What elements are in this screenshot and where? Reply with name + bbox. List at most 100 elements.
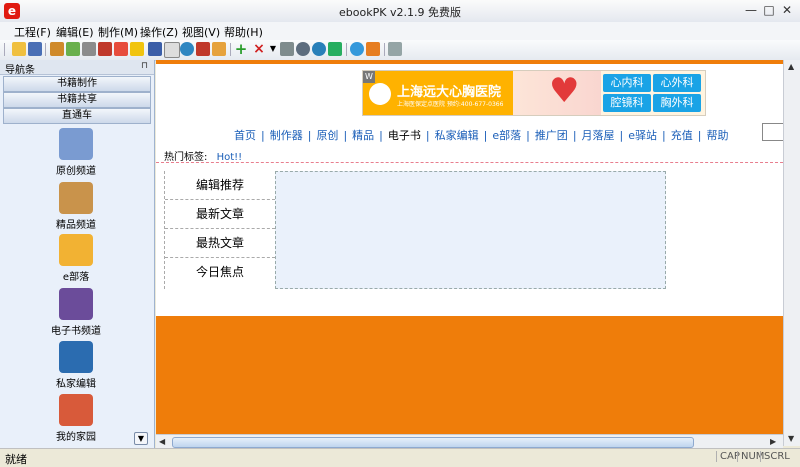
scroll-lock-indicator: SCRL xyxy=(760,451,790,462)
eraser-icon[interactable] xyxy=(196,42,210,56)
category-latest[interactable]: 最新文章 xyxy=(165,200,275,229)
nav-link-promo[interactable]: 推广团 xyxy=(535,129,568,142)
close-button[interactable]: ✕ xyxy=(778,3,796,18)
dropdown-icon[interactable]: ▼ xyxy=(266,42,280,56)
scroll-up-icon[interactable]: ▲ xyxy=(788,62,794,71)
banner-button-cardiac-surgery[interactable]: 心外科 xyxy=(653,74,701,92)
wand-icon[interactable] xyxy=(50,42,64,56)
screen-icon[interactable] xyxy=(388,42,402,56)
open-icon[interactable] xyxy=(12,42,26,56)
sidebar-scroll-down-button[interactable]: ▼ xyxy=(134,432,148,445)
banner-button-endoscopy[interactable]: 腔镜科 xyxy=(603,94,651,112)
nav-link-ebook[interactable]: 电子书 xyxy=(388,129,421,142)
menu-view[interactable]: 视图(V) xyxy=(182,24,220,40)
banner-mark: W xyxy=(363,71,375,83)
sidebar-header: 导航条 ⊓ xyxy=(0,60,154,76)
menu-edit[interactable]: 编辑(E) xyxy=(56,24,94,40)
category-list: 编辑推荐 最新文章 最热文章 今日焦点 xyxy=(164,171,275,289)
save-icon[interactable] xyxy=(28,42,42,56)
nav-item-label: 我的家园 xyxy=(56,432,96,443)
toolbar-separator xyxy=(346,43,347,56)
title-bar: e ebookPK v2.1.9 免费版 — □ ✕ xyxy=(0,0,800,23)
chart-icon[interactable] xyxy=(280,42,294,56)
vertical-scrollbar[interactable]: ▲ ▼ xyxy=(783,60,800,446)
menu-help[interactable]: 帮助(H) xyxy=(224,24,263,40)
tag-icon[interactable] xyxy=(212,42,226,56)
nav-link-premium[interactable]: 精品 xyxy=(352,129,374,142)
minimize-button[interactable]: — xyxy=(742,3,760,18)
nav-link-recharge[interactable]: 充值 xyxy=(671,129,693,142)
nav-item-label: 原创频道 xyxy=(56,166,96,177)
site-nav: 首页 | 制作器 | 原创 | 精品 | 电子书 | 私家编辑 | e部落 | 推广团 | 月落屋 | e驿站 | 充值… xyxy=(234,129,729,142)
category-today[interactable]: 今日焦点 xyxy=(165,258,275,286)
add-icon[interactable]: + xyxy=(234,42,248,57)
pin-icon[interactable]: ⊓ xyxy=(141,61,148,71)
scroll-left-icon[interactable]: ◀ xyxy=(159,437,165,446)
toolbar-separator xyxy=(45,43,46,56)
banner-button-thoracic[interactable]: 胸外科 xyxy=(653,94,701,112)
word-icon[interactable] xyxy=(148,42,162,56)
banner-image: ♥ xyxy=(513,71,601,115)
category-editor-picks[interactable]: 编辑推荐 xyxy=(165,171,275,200)
nav-item-my-home[interactable]: 我的家园 xyxy=(22,394,130,443)
category-hottest[interactable]: 最热文章 xyxy=(165,229,275,258)
horizontal-scroll-thumb[interactable] xyxy=(172,437,694,448)
nav-item-private-edit[interactable]: 私家编辑 xyxy=(22,341,130,390)
horizontal-scrollbar[interactable]: ◀ ▶ xyxy=(156,434,783,449)
print-icon[interactable] xyxy=(82,42,96,56)
banner-hospital-name: 上海远大心胸医院 xyxy=(397,85,502,100)
nav-item-label: 电子书频道 xyxy=(51,326,101,337)
nav-item-label: e部落 xyxy=(62,272,90,283)
sidebar-tab-book-make[interactable]: 书籍制作 xyxy=(3,76,151,92)
nav-link-moon-house[interactable]: 月落屋 xyxy=(582,129,615,142)
nav-link-home[interactable]: 首页 xyxy=(234,129,256,142)
menu-operate[interactable]: 操作(Z) xyxy=(140,24,178,40)
nav-link-etribe[interactable]: e部落 xyxy=(492,129,521,142)
sidebar-tab-express[interactable]: 直通车 xyxy=(3,108,151,124)
hospital-logo-icon xyxy=(369,83,391,105)
refresh-icon[interactable] xyxy=(312,42,326,56)
home-icon[interactable] xyxy=(366,42,380,56)
scroll-right-icon[interactable]: ▶ xyxy=(770,437,776,446)
document-icon[interactable] xyxy=(164,42,180,58)
people-icon xyxy=(59,234,93,266)
window-title: ebookPK v2.1.9 免费版 xyxy=(339,6,461,19)
globe-icon[interactable] xyxy=(180,42,194,56)
maximize-button[interactable]: □ xyxy=(760,3,778,18)
banner-subtitle: 上海医保定点医院 预约:400-677-0366 xyxy=(397,101,504,108)
orange-footer-band xyxy=(156,316,783,434)
play-icon[interactable] xyxy=(328,42,342,56)
status-text: 就绪 xyxy=(5,453,27,466)
heart-icon: ♥ xyxy=(549,71,580,111)
delete-icon[interactable]: × xyxy=(252,42,266,56)
scroll-down-icon[interactable]: ▼ xyxy=(788,434,794,443)
ad-banner[interactable]: W 上海远大心胸医院 上海医保定点医院 预约:400-677-0366 ♥ 心内… xyxy=(362,70,706,116)
nav-item-premium[interactable]: 精品频道 xyxy=(22,182,130,231)
menu-project[interactable]: 工程(F) xyxy=(14,24,51,40)
sidebar-tab-book-share[interactable]: 书籍共享 xyxy=(3,92,151,108)
nav-item-original[interactable]: 原创频道 xyxy=(22,128,130,177)
headset-icon[interactable] xyxy=(350,42,364,56)
nav-link-private-edit[interactable]: 私家编辑 xyxy=(435,129,479,142)
hot-tags-row: 热门标签: Hot!! xyxy=(164,148,242,163)
divider xyxy=(156,162,783,163)
search-icon[interactable] xyxy=(296,42,310,56)
box-icon xyxy=(59,182,93,214)
nav-item-ebook[interactable]: 电子书频道 xyxy=(22,288,130,337)
nav-link-original[interactable]: 原创 xyxy=(316,129,338,142)
nav-item-etribe[interactable]: e部落 xyxy=(22,234,130,283)
nav-link-help[interactable]: 帮助 xyxy=(706,129,728,142)
android-icon[interactable] xyxy=(66,42,80,56)
status-bar: 就绪 CAP NUM SCRL xyxy=(0,448,800,467)
nav-link-estation[interactable]: e驿站 xyxy=(628,129,657,142)
menu-make[interactable]: 制作(M) xyxy=(98,24,138,40)
download-icon[interactable] xyxy=(98,42,112,56)
nav-item-label: 精品频道 xyxy=(56,220,96,231)
nav-link-maker[interactable]: 制作器 xyxy=(270,129,303,142)
help-icon[interactable] xyxy=(130,42,144,56)
search-input[interactable] xyxy=(762,123,783,141)
banner-button-cardiology[interactable]: 心内科 xyxy=(603,74,651,92)
pdf-icon[interactable] xyxy=(114,42,128,56)
toolbar-grip xyxy=(4,43,5,56)
top-orange-strip xyxy=(156,60,783,64)
